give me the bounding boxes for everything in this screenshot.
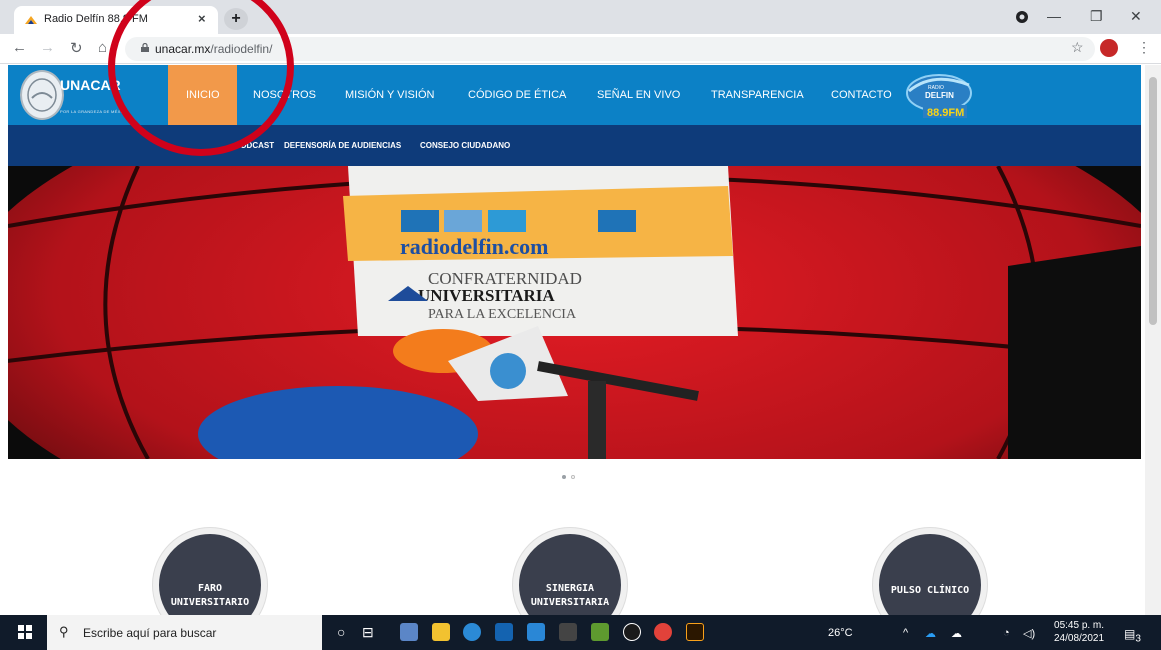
store-icon[interactable] — [495, 623, 513, 641]
hp-icon[interactable] — [623, 623, 641, 641]
extension-icon[interactable] — [1100, 39, 1118, 57]
hero-image: radiodelfin.com CONFRATERNIDAD UNIVERSIT… — [8, 166, 1141, 459]
hero-slider[interactable]: radiodelfin.com CONFRATERNIDAD UNIVERSIT… — [8, 166, 1141, 459]
svg-text:PARA LA EXCELENCIA: PARA LA EXCELENCIA — [428, 307, 577, 322]
profile-icon[interactable] — [1015, 10, 1029, 24]
slider-dot-2[interactable] — [571, 475, 575, 479]
radio-delfin-logo[interactable]: RADIO DELFIN 88.9FM — [903, 71, 975, 121]
maximize-icon[interactable]: ❐ — [1090, 8, 1103, 25]
windows-start-icon[interactable] — [18, 625, 32, 639]
subnav-defensoria[interactable]: DEFENSORÍA DE AUDIENCIAS — [284, 141, 401, 150]
chrome-icon[interactable] — [654, 623, 672, 641]
nav-codigo-etica[interactable]: CÓDIGO DE ÉTICA — [468, 89, 566, 101]
illustrator-icon[interactable] — [686, 623, 704, 641]
cortana-icon[interactable]: ○ — [337, 624, 345, 640]
screen: Radio Delfín 88.9 FM × + — ❐ ✕ ← → ↻ ⌂ u… — [0, 0, 1161, 650]
task-view-icon[interactable]: ⊟ — [362, 624, 374, 641]
subnav-consejo[interactable]: CONSEJO CIUDADANO — [420, 141, 510, 150]
scrollbar-thumb[interactable] — [1149, 77, 1157, 325]
taskbar-search-placeholder: Escribe aquí para buscar — [83, 626, 217, 640]
search-icon: ⚲ — [59, 624, 69, 639]
reload-icon[interactable]: ↻ — [70, 39, 83, 57]
page-scrollbar[interactable] — [1145, 65, 1161, 615]
onedrive-icon[interactable]: ☁ — [925, 627, 936, 640]
wifi-icon[interactable]: ◔ — [1003, 627, 1010, 639]
taskbar-search-box[interactable]: ⚲ Escribe aquí para buscar — [47, 615, 322, 650]
cloud-icon[interactable]: ☁ — [951, 627, 962, 640]
file-explorer-icon[interactable] — [432, 623, 450, 641]
edge-icon[interactable] — [463, 623, 481, 641]
app-icon-1[interactable] — [400, 623, 418, 641]
slider-dot-1[interactable] — [562, 475, 566, 479]
clock-time: 05:45 p. m. — [1054, 620, 1105, 631]
unacar-seal-logo[interactable] — [20, 70, 64, 120]
slider-dots — [562, 466, 580, 484]
notifications-icon[interactable]: ▤3 — [1124, 627, 1141, 644]
svg-text:UNIVERSITARIA: UNIVERSITARIA — [418, 286, 555, 305]
mail-icon[interactable] — [527, 623, 545, 641]
back-icon[interactable]: ← — [12, 39, 27, 56]
minimize-icon[interactable]: — — [1047, 8, 1061, 24]
nav-contacto[interactable]: CONTACTO — [831, 89, 892, 101]
app-icon-2[interactable] — [591, 623, 609, 641]
home-icon[interactable]: ⌂ — [98, 39, 107, 56]
tray-expand-icon[interactable]: ^ — [903, 627, 908, 639]
svg-text:88.9FM: 88.9FM — [927, 107, 964, 119]
radio-favicon-icon — [25, 16, 37, 24]
program-label: FARO UNIVERSITARIO — [170, 583, 250, 608]
taskbar-clock[interactable]: 05:45 p. m. 24/08/2021 — [1054, 619, 1104, 645]
svg-text:radiodelfin.com: radiodelfin.com — [400, 234, 549, 259]
program-label: SINERGIA UNIVERSITARIA — [530, 583, 610, 608]
forward-icon[interactable]: → — [40, 39, 55, 56]
nav-transparencia[interactable]: TRANSPARENCIA — [711, 89, 804, 101]
logo-subtitle: POR LA GRANDEZA DE MÉXICO — [60, 109, 129, 114]
camera-icon[interactable] — [559, 623, 577, 641]
weather-text[interactable]: 26°C — [828, 627, 853, 639]
program-label: PULSO CLÍNICO — [890, 585, 970, 596]
menu-kebab-icon[interactable]: ⋮ — [1137, 39, 1151, 56]
clock-date: 24/08/2021 — [1054, 633, 1105, 644]
windows-taskbar: ⚲ Escribe aquí para buscar ○ ⊟ 26°C ^ ☁ … — [0, 615, 1161, 650]
volume-icon[interactable]: ◁) — [1023, 627, 1035, 640]
close-window-icon[interactable]: ✕ — [1130, 8, 1142, 25]
svg-text:DELFIN: DELFIN — [925, 91, 954, 100]
nav-senal-en-vivo[interactable]: SEÑAL EN VIVO — [597, 89, 680, 101]
bookmark-star-icon[interactable]: ☆ — [1071, 39, 1084, 56]
nav-mision-vision[interactable]: MISIÓN Y VISIÓN — [345, 89, 434, 101]
